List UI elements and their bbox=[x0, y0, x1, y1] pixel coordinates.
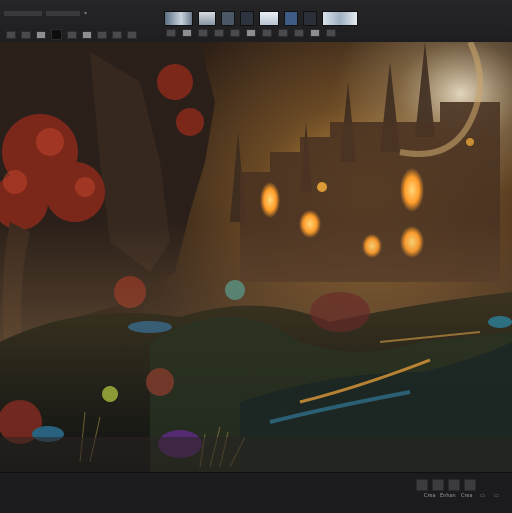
toolbar-field[interactable] bbox=[46, 11, 80, 16]
thumbnail[interactable] bbox=[303, 11, 317, 26]
enhance-button[interactable]: Enhan bbox=[440, 493, 456, 499]
thumbnail[interactable] bbox=[322, 11, 358, 26]
view-icon[interactable] bbox=[198, 29, 208, 37]
action-icon[interactable] bbox=[448, 479, 460, 491]
thumbnail[interactable] bbox=[198, 11, 216, 26]
view-icon[interactable] bbox=[182, 29, 192, 37]
action-icon[interactable] bbox=[416, 479, 428, 491]
tool-icon[interactable] bbox=[82, 30, 92, 39]
thumbnail[interactable] bbox=[221, 11, 235, 26]
view-icon[interactable] bbox=[166, 29, 176, 37]
tool-icon[interactable] bbox=[67, 30, 77, 39]
view-icon[interactable] bbox=[262, 29, 272, 37]
view-icon[interactable] bbox=[246, 29, 256, 37]
tool-icon[interactable] bbox=[127, 30, 137, 39]
thumbnail[interactable] bbox=[284, 11, 298, 26]
view-icon[interactable] bbox=[294, 29, 304, 37]
view-icon[interactable] bbox=[278, 29, 288, 37]
thumbnail-strip bbox=[164, 11, 358, 26]
thumbnail[interactable] bbox=[164, 11, 193, 26]
view-icon[interactable] bbox=[326, 29, 336, 37]
tool-icon[interactable] bbox=[36, 30, 46, 39]
action-icon[interactable] bbox=[432, 479, 444, 491]
download-icon[interactable]: ▭ bbox=[494, 493, 499, 499]
view-icon[interactable] bbox=[230, 29, 240, 37]
create-button[interactable]: Crea bbox=[461, 493, 473, 499]
view-icons bbox=[166, 29, 336, 37]
brush-icon[interactable] bbox=[51, 29, 62, 40]
fantasy-castle-image bbox=[0, 42, 512, 472]
action-icon[interactable] bbox=[464, 479, 476, 491]
top-toolbar: ▾ bbox=[0, 0, 512, 43]
image-viewer[interactable] bbox=[0, 42, 512, 472]
tool-icons bbox=[6, 29, 137, 40]
tool-icon[interactable] bbox=[112, 30, 122, 39]
thumbnail[interactable] bbox=[259, 11, 279, 26]
tool-icon[interactable] bbox=[6, 30, 16, 39]
toolbar-field[interactable] bbox=[4, 11, 42, 16]
view-icon[interactable] bbox=[214, 29, 224, 37]
create-button[interactable]: Crea bbox=[424, 493, 436, 499]
tool-icon[interactable] bbox=[21, 30, 31, 39]
thumbnail[interactable] bbox=[240, 11, 254, 26]
bottom-icons bbox=[416, 479, 476, 491]
bottom-bar: Crea Enhan Crea ▭ ▭ bbox=[0, 472, 512, 513]
tool-icon[interactable] bbox=[97, 30, 107, 39]
chevron-down-icon[interactable]: ▾ bbox=[84, 11, 90, 17]
share-icon[interactable]: ▭ bbox=[480, 493, 485, 499]
view-icon[interactable] bbox=[310, 29, 320, 37]
toolbar-fields: ▾ bbox=[4, 11, 90, 17]
